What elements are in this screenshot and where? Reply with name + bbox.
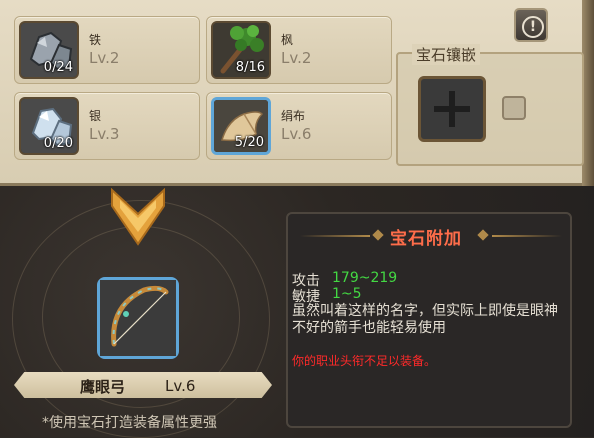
item-name: 鹰眼弓 xyxy=(80,378,126,396)
item-description: 虽然叫着这样的名字，但实际上即使是眼神不好的箭手也能轻易使用 xyxy=(292,303,558,336)
info-button[interactable]: ! xyxy=(514,8,548,42)
gem-checkbox[interactable] xyxy=(502,96,526,120)
material-slot-iron[interactable]: 0/24 铁 Lv.2 xyxy=(14,16,200,84)
material-count: 0/20 xyxy=(43,136,73,151)
material-count: 8/16 xyxy=(235,60,265,75)
bow-icon xyxy=(100,280,176,356)
plus-icon-vertical xyxy=(449,91,455,127)
stat-value-attack: 179~219 xyxy=(332,270,398,286)
material-count: 5/20 xyxy=(234,135,264,150)
material-slot-maple[interactable]: 8/16 枫 Lv.2 xyxy=(206,16,392,84)
exclamation-icon: ! xyxy=(522,16,544,38)
material-name: 铁 xyxy=(89,33,102,47)
silk-cloth-icon: 5/20 xyxy=(211,97,271,155)
material-level: Lv.6 xyxy=(281,125,312,143)
material-name: 绢布 xyxy=(281,109,306,123)
material-name: 枫 xyxy=(281,33,294,47)
item-level: Lv.6 xyxy=(165,377,196,395)
title-deco-left xyxy=(300,235,370,237)
material-slot-silver[interactable]: 0/20 银 Lv.3 xyxy=(14,92,200,160)
add-gem-button[interactable] xyxy=(418,76,486,142)
stat-value-agility: 1~5 xyxy=(332,286,362,302)
material-level: Lv.2 xyxy=(281,49,312,67)
material-level: Lv.2 xyxy=(89,49,120,67)
gem-inlay-title: 宝石镶嵌 xyxy=(412,44,481,65)
hint-text: *使用宝石打造装备属性更强 xyxy=(42,415,217,431)
iron-ore-icon: 0/24 xyxy=(19,21,79,79)
silver-ore-icon: 0/20 xyxy=(19,97,79,155)
material-name: 银 xyxy=(89,109,102,123)
maple-branch-icon: 8/16 xyxy=(211,21,271,79)
material-slot-silk[interactable]: 5/20 绢布 Lv.6 xyxy=(206,92,392,160)
gem-bonus-title: 宝石附加 xyxy=(390,229,462,249)
item-name-bar xyxy=(14,372,272,398)
title-deco-right xyxy=(492,235,562,237)
material-level: Lv.3 xyxy=(89,125,120,143)
item-slot-bow[interactable] xyxy=(97,277,179,359)
arrow-down-icon xyxy=(111,188,165,246)
equip-warning: 你的职业头衔不足以装备。 xyxy=(292,354,437,368)
material-count: 0/24 xyxy=(43,60,73,75)
